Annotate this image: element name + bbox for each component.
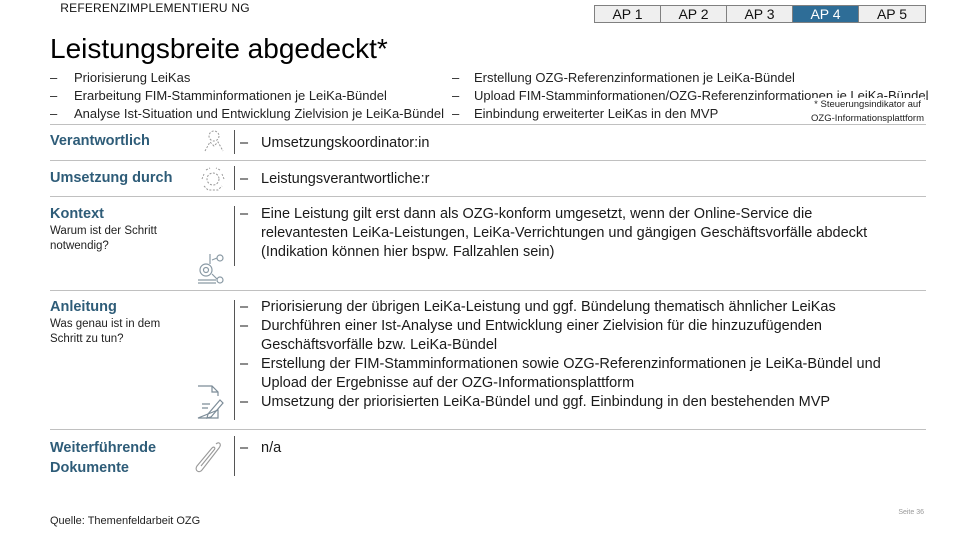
page-title: Leistungsbreite abgedeckt*: [50, 33, 388, 64]
row-label-anleitung: Anleitung: [50, 299, 117, 315]
divider: [50, 196, 926, 197]
row-label-verantwortlich: Verantwortlich: [50, 133, 150, 149]
network-icon: [198, 254, 224, 284]
document-edit-icon: [197, 385, 224, 419]
row-content-verantwortlich: – Umsetzungskoordinator:in: [240, 134, 429, 153]
team-icon: [201, 167, 225, 191]
row-content-umsetzung: – Leistungsverantwortliche:r: [240, 170, 429, 189]
row-label-kontext: Kontext: [50, 206, 104, 222]
row-label-umsetzung: Umsetzung durch: [50, 170, 173, 186]
list-item: – Analyse Ist-Situation und Entwicklung Z…: [50, 106, 444, 121]
divider: [50, 160, 926, 161]
footnote: * Steuerungsindikator auf OZG-Informatio…: [811, 98, 924, 126]
list-item: – Priorisierung der übrigen LeiKa-Leistun…: [240, 299, 836, 315]
row-separator: [234, 300, 235, 420]
row-separator: [234, 130, 235, 154]
row-content-dokumente: – n/a: [240, 439, 281, 458]
divider: [50, 429, 926, 430]
list-item: – n/a: [240, 440, 282, 456]
row-sub-kontext: Warum ist der Schritt notwendig?: [50, 225, 157, 252]
list-item: – Priorisierung LeiKas: [50, 70, 191, 85]
tab-ap-1[interactable]: AP 1: [595, 6, 661, 22]
list-item: – Durchführen einer Ist-Analyse und Entwi…: [240, 318, 822, 353]
list-item: – Eine Leistung gilt erst dann als OZG-ko…: [240, 206, 868, 260]
source-note: Quelle: Themenfeldarbeit OZG: [50, 515, 201, 527]
section-kicker: REFERENZIMPLEMENTIERU NG: [60, 1, 250, 15]
list-item: – Umsetzungskoordinator:in: [240, 135, 430, 151]
tab-ap-3[interactable]: AP 3: [727, 6, 793, 22]
list-item: – Leistungsverantwortliche:r: [240, 171, 430, 187]
tab-ap-5[interactable]: AP 5: [859, 6, 925, 22]
scope-list-left: – Priorisierung LeiKas – Erarbeitung FIM-S…: [50, 69, 444, 123]
ap-navigation: AP 1 AP 2 AP 3 AP 4 AP 5: [594, 5, 926, 23]
divider: [50, 290, 926, 291]
paperclip-icon: [195, 442, 221, 473]
row-separator: [234, 166, 235, 190]
list-item: – Erstellung der FIM-Stamminformationen s…: [240, 356, 881, 391]
tab-ap-2[interactable]: AP 2: [661, 6, 727, 22]
row-separator: [234, 206, 235, 266]
page-number: Seite 36: [898, 509, 924, 516]
person-icon: [204, 130, 224, 152]
row-label-dokumente: Weiterführende Dokumente: [50, 440, 157, 476]
row-sub-anleitung: Was genau ist in dem Schritt zu tun?: [50, 318, 161, 345]
row-separator: [234, 436, 235, 476]
list-item: – Erstellung OZG-Referenzinformationen je…: [452, 70, 795, 85]
list-item: – Erarbeitung FIM-Stamminformationen je L…: [50, 88, 387, 103]
list-item: – Umsetzung der priorisierten LeiKa-Bünde…: [240, 394, 831, 410]
tab-ap-4[interactable]: AP 4: [793, 6, 859, 22]
row-content-kontext: – Eine Leistung gilt erst dann als OZG-ko…: [240, 205, 900, 262]
divider: [50, 124, 926, 125]
row-content-anleitung: – Priorisierung der übrigen LeiKa-Leistun…: [240, 298, 920, 412]
